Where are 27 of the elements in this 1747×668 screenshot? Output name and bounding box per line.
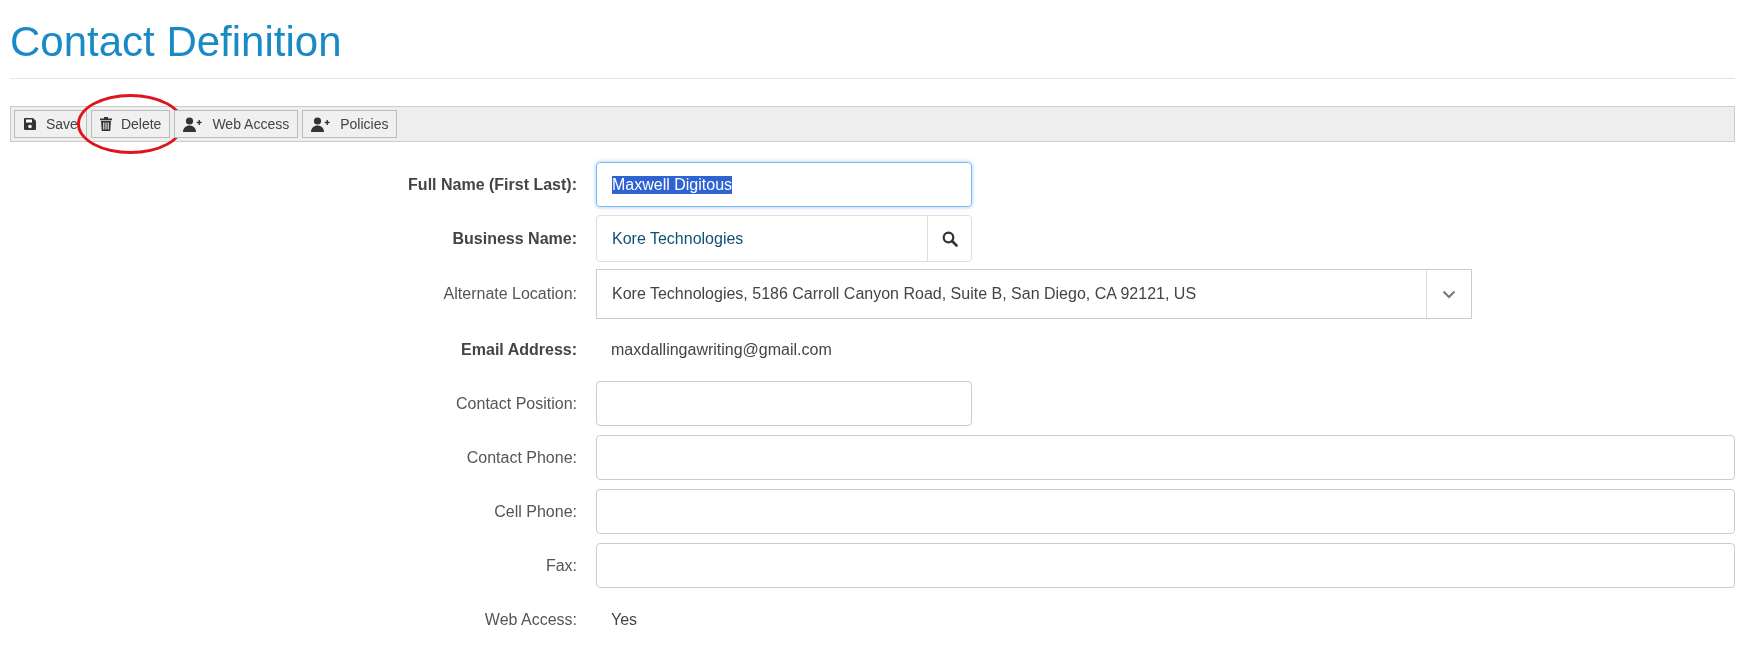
field-label: Email Address:	[460, 340, 577, 359]
dropdown[interactable]: Kore Technologies, 5186 Carroll Canyon Road, Suite B, San Diego, CA 92121, US	[596, 269, 1472, 319]
field-label: Contact Phone:	[465, 448, 577, 467]
input-field[interactable]	[596, 435, 1735, 480]
trash-icon	[99, 117, 112, 131]
access-button[interactable]: Policies	[302, 110, 398, 138]
input-field[interactable]	[596, 381, 972, 426]
input-field[interactable]	[596, 489, 1735, 534]
field-value: Yes	[610, 610, 638, 629]
save-button[interactable]: Save	[14, 110, 87, 138]
save-icon	[23, 117, 37, 131]
user-plus-icon	[183, 116, 204, 132]
delete-button[interactable]: Delete	[90, 110, 171, 138]
input-field[interactable]: Maxwell Digitous	[596, 162, 972, 207]
field-value: maxdallingawriting@gmail.com	[610, 340, 832, 359]
field-label: Cell Phone:	[493, 502, 577, 521]
input-field[interactable]	[596, 543, 1735, 588]
field-label: Alternate Location:	[442, 285, 577, 303]
field-label: Business Name:	[451, 229, 577, 248]
field-label: Fax:	[544, 556, 577, 575]
field-label: Contact Position:	[455, 394, 577, 413]
chevron-down-icon	[1442, 289, 1456, 299]
access-button[interactable]: Web Access	[174, 110, 299, 138]
page-title: Contact Definition	[10, 17, 342, 67]
field-label: Web Access:	[483, 610, 577, 629]
field-label: Full Name (First Last):	[407, 175, 577, 194]
user-plus-icon	[311, 116, 332, 132]
